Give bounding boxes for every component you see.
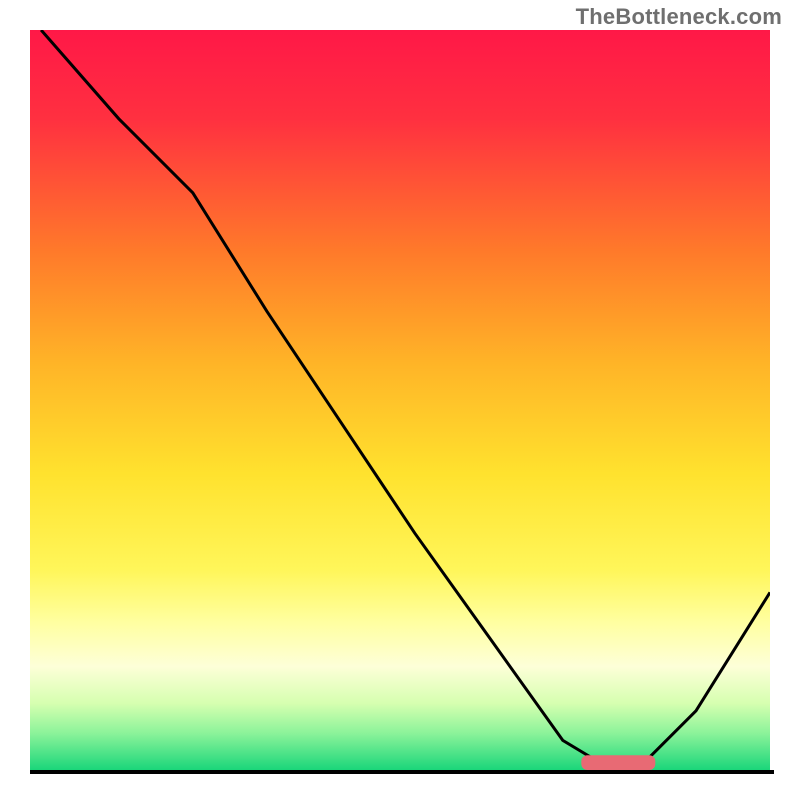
plot-area <box>30 30 770 770</box>
chart-container: TheBottleneck.com <box>0 0 800 800</box>
watermark-text: TheBottleneck.com <box>576 4 782 30</box>
chart-svg <box>30 30 770 770</box>
optimal-marker <box>581 755 655 770</box>
x-axis-line <box>30 770 774 774</box>
